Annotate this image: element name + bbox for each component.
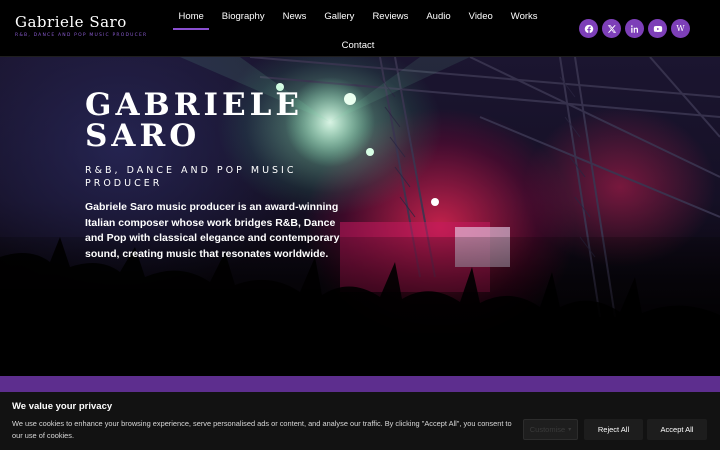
site-logo[interactable]: Gabriele Saro R&B, DANCE AND POP MUSIC P… [15, 13, 147, 38]
hero-description: Gabriele Saro music producer is an award… [85, 201, 340, 260]
cookie-title: We value your privacy [12, 401, 113, 412]
reject-all-button[interactable]: Reject All [584, 419, 643, 440]
purple-band [0, 376, 720, 392]
hero-section: GABRIELE SARO R&B, DANCE AND POP MUSIC P… [0, 57, 720, 376]
hero-title-line2: SARO [85, 118, 201, 154]
nav-home[interactable]: Home [169, 6, 212, 30]
cookie-text: We use cookies to enhance your browsing … [12, 419, 512, 440]
customise-button[interactable]: Customise ▾ [523, 419, 578, 440]
nav-biography[interactable]: Biography [213, 6, 274, 27]
nav-contact[interactable]: Contact [333, 35, 384, 56]
social-links: W [579, 19, 690, 38]
nav-audio[interactable]: Audio [417, 6, 459, 27]
hero-subtitle-line1: R&B, DANCE AND POP MUSIC [85, 165, 297, 176]
hero-subtitle-line2: PRODUCER [85, 178, 163, 189]
cookie-banner: We value your privacy We use cookies to … [0, 392, 720, 450]
wikipedia-icon[interactable]: W [671, 19, 690, 38]
facebook-icon[interactable] [579, 19, 598, 38]
chevron-down-icon: ▾ [568, 427, 572, 433]
hero-subtitle: R&B, DANCE AND POP MUSIC PRODUCER [85, 164, 355, 190]
nav-news[interactable]: News [274, 6, 316, 27]
nav-video[interactable]: Video [460, 6, 502, 27]
nav-works[interactable]: Works [502, 6, 547, 27]
hero-title: GABRIELE SARO [85, 90, 355, 152]
linkedin-icon[interactable] [625, 19, 644, 38]
accept-all-button[interactable]: Accept All [647, 419, 707, 440]
site-header: Gabriele Saro R&B, DANCE AND POP MUSIC P… [0, 0, 720, 57]
logo-name: Gabriele Saro [15, 13, 127, 31]
nav-gallery[interactable]: Gallery [315, 6, 363, 27]
x-icon[interactable] [602, 19, 621, 38]
nav-reviews[interactable]: Reviews [363, 6, 417, 27]
customise-label: Customise [529, 425, 566, 434]
youtube-icon[interactable] [648, 19, 667, 38]
hero-content: GABRIELE SARO R&B, DANCE AND POP MUSIC P… [85, 90, 355, 262]
main-nav: Home Biography News Gallery Reviews Audi… [166, 6, 550, 56]
logo-tagline: R&B, DANCE AND POP MUSIC PRODUCER [15, 33, 148, 38]
